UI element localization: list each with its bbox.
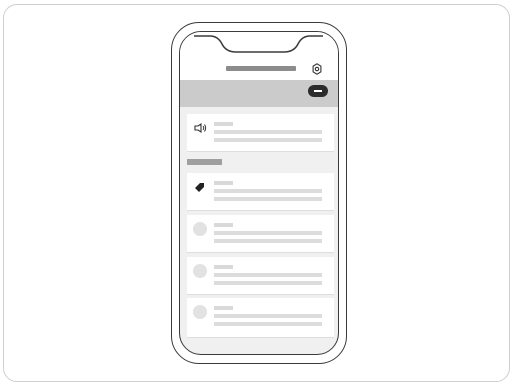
action-pill-button[interactable] <box>308 85 328 97</box>
item-title-placeholder <box>214 181 233 185</box>
item-text-placeholder <box>214 130 322 134</box>
item-text-placeholder <box>214 273 322 277</box>
avatar <box>193 264 207 278</box>
list-item[interactable] <box>187 215 334 253</box>
list-item[interactable] <box>187 298 334 338</box>
minus-icon <box>314 90 322 92</box>
gear-icon <box>312 63 322 75</box>
item-title-placeholder <box>214 306 233 310</box>
item-text-placeholder <box>214 138 322 142</box>
item-text-placeholder <box>214 314 322 318</box>
toolbar <box>180 80 338 107</box>
avatar <box>193 305 207 319</box>
settings-button[interactable] <box>310 62 324 76</box>
item-text-placeholder <box>214 189 322 193</box>
avatar <box>193 222 207 236</box>
item-title-placeholder <box>214 265 233 269</box>
speaker-icon <box>194 122 207 134</box>
tag-icon <box>195 183 204 192</box>
phone-screen <box>179 31 339 355</box>
item-text-placeholder <box>214 197 322 201</box>
item-title-placeholder <box>214 122 233 126</box>
item-text-placeholder <box>214 281 322 285</box>
item-text-placeholder <box>214 239 322 243</box>
item-text-placeholder <box>214 322 322 326</box>
list-item-tag[interactable] <box>187 173 334 211</box>
page-title-placeholder <box>226 66 296 71</box>
section-header-placeholder <box>187 159 222 165</box>
item-text-placeholder <box>214 231 322 235</box>
list-item[interactable] <box>187 257 334 295</box>
list-item-announcement[interactable] <box>187 114 334 152</box>
item-title-placeholder <box>214 223 233 227</box>
